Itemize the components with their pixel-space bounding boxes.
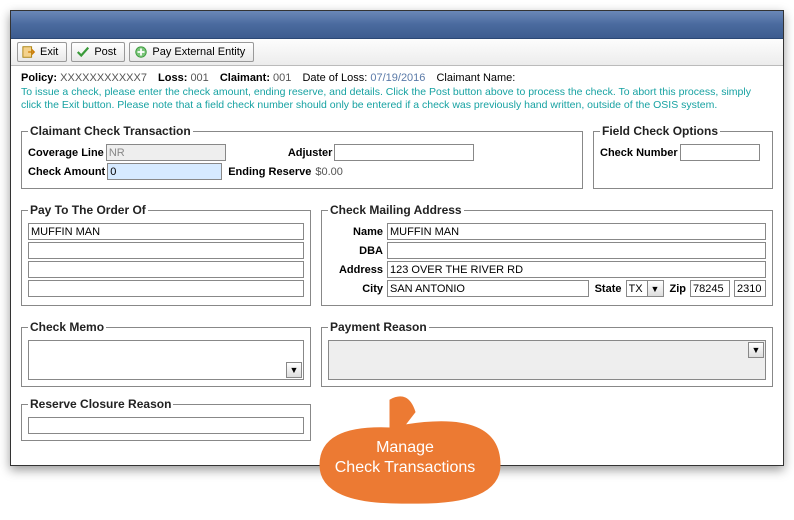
dba-input[interactable]: [387, 242, 766, 259]
payment-reason-section: Payment Reason ▼: [321, 320, 773, 387]
payment-reason-dropdown-icon[interactable]: ▼: [748, 342, 764, 358]
payto-line3[interactable]: [28, 261, 304, 278]
payment-reason-legend: Payment Reason: [328, 320, 429, 334]
memo-input[interactable]: ▼: [28, 340, 304, 380]
ending-reserve-label: Ending Reserve: [228, 166, 311, 178]
loss-value: 001: [190, 72, 208, 84]
coverage-line-label: Coverage Line: [28, 147, 104, 159]
claimant-check-legend: Claimant Check Transaction: [28, 124, 193, 138]
window-titlebar: [11, 11, 783, 39]
address-label: Address: [328, 264, 383, 276]
check-number-label: Check Number: [600, 147, 678, 159]
toolbar: Exit Post Pay External Entity: [11, 39, 783, 66]
zip4-input[interactable]: [734, 280, 766, 297]
claimant-check-section: Claimant Check Transaction Coverage Line…: [21, 124, 583, 189]
claimant-name-label: Claimant Name:: [436, 72, 515, 84]
reserve-closure-input[interactable]: [28, 417, 304, 434]
callout-line1: Manage: [300, 438, 510, 458]
post-button[interactable]: Post: [71, 42, 125, 62]
check-icon: [76, 45, 90, 59]
payto-line4[interactable]: [28, 280, 304, 297]
pay-external-button[interactable]: Pay External Entity: [129, 42, 254, 62]
post-label: Post: [94, 46, 116, 58]
callout: Manage Check Transactions: [300, 390, 510, 505]
loss-label: Loss:: [158, 72, 187, 84]
check-number-input[interactable]: [680, 144, 760, 161]
payto-line2[interactable]: [28, 242, 304, 259]
memo-dropdown-icon[interactable]: ▼: [286, 362, 302, 378]
callout-line2: Check Transactions: [300, 458, 510, 478]
mailing-section: Check Mailing Address Name DBA Address C…: [321, 203, 773, 306]
check-amount-label: Check Amount: [28, 166, 105, 178]
name-input[interactable]: [387, 223, 766, 240]
pay-to-section: Pay To The Order Of: [21, 203, 311, 306]
mailing-legend: Check Mailing Address: [328, 203, 464, 217]
state-dropdown-icon[interactable]: ▼: [648, 280, 664, 297]
payto-line1[interactable]: [28, 223, 304, 240]
state-label: State: [595, 283, 622, 295]
exit-icon: [22, 45, 36, 59]
coverage-line-input[interactable]: [106, 144, 226, 161]
memo-legend: Check Memo: [28, 320, 106, 334]
adjuster-input[interactable]: [334, 144, 474, 161]
claimant-value: 001: [273, 72, 291, 84]
field-check-section: Field Check Options Check Number: [593, 124, 773, 189]
pay-to-legend: Pay To The Order Of: [28, 203, 148, 217]
zip-input[interactable]: [690, 280, 730, 297]
dol-value: 07/19/2016: [370, 72, 425, 84]
memo-section: Check Memo ▼: [21, 320, 311, 387]
exit-button[interactable]: Exit: [17, 42, 67, 62]
info-row: Policy: XXXXXXXXXXX7 Loss: 001 Claimant:…: [21, 72, 773, 84]
dol-label: Date of Loss:: [302, 72, 367, 84]
state-input[interactable]: [626, 280, 648, 297]
adjuster-label: Adjuster: [288, 147, 333, 159]
zip-label: Zip: [670, 283, 687, 295]
city-input[interactable]: [387, 280, 589, 297]
claimant-label: Claimant:: [220, 72, 270, 84]
policy-value: XXXXXXXXXXX7: [60, 72, 147, 84]
reserve-closure-section: Reserve Closure Reason: [21, 397, 311, 441]
ending-reserve-value: $0.00: [315, 166, 343, 178]
pay-external-label: Pay External Entity: [152, 46, 245, 58]
plus-icon: [134, 45, 148, 59]
help-text: To issue a check, please enter the check…: [21, 86, 773, 112]
address-input[interactable]: [387, 261, 766, 278]
dba-label: DBA: [328, 245, 383, 257]
name-label: Name: [328, 226, 383, 238]
check-amount-input[interactable]: [107, 163, 222, 180]
exit-label: Exit: [40, 46, 58, 58]
reserve-closure-legend: Reserve Closure Reason: [28, 397, 173, 411]
policy-label: Policy:: [21, 72, 57, 84]
payment-reason-input[interactable]: ▼: [328, 340, 766, 380]
city-label: City: [328, 283, 383, 295]
field-check-legend: Field Check Options: [600, 124, 720, 138]
